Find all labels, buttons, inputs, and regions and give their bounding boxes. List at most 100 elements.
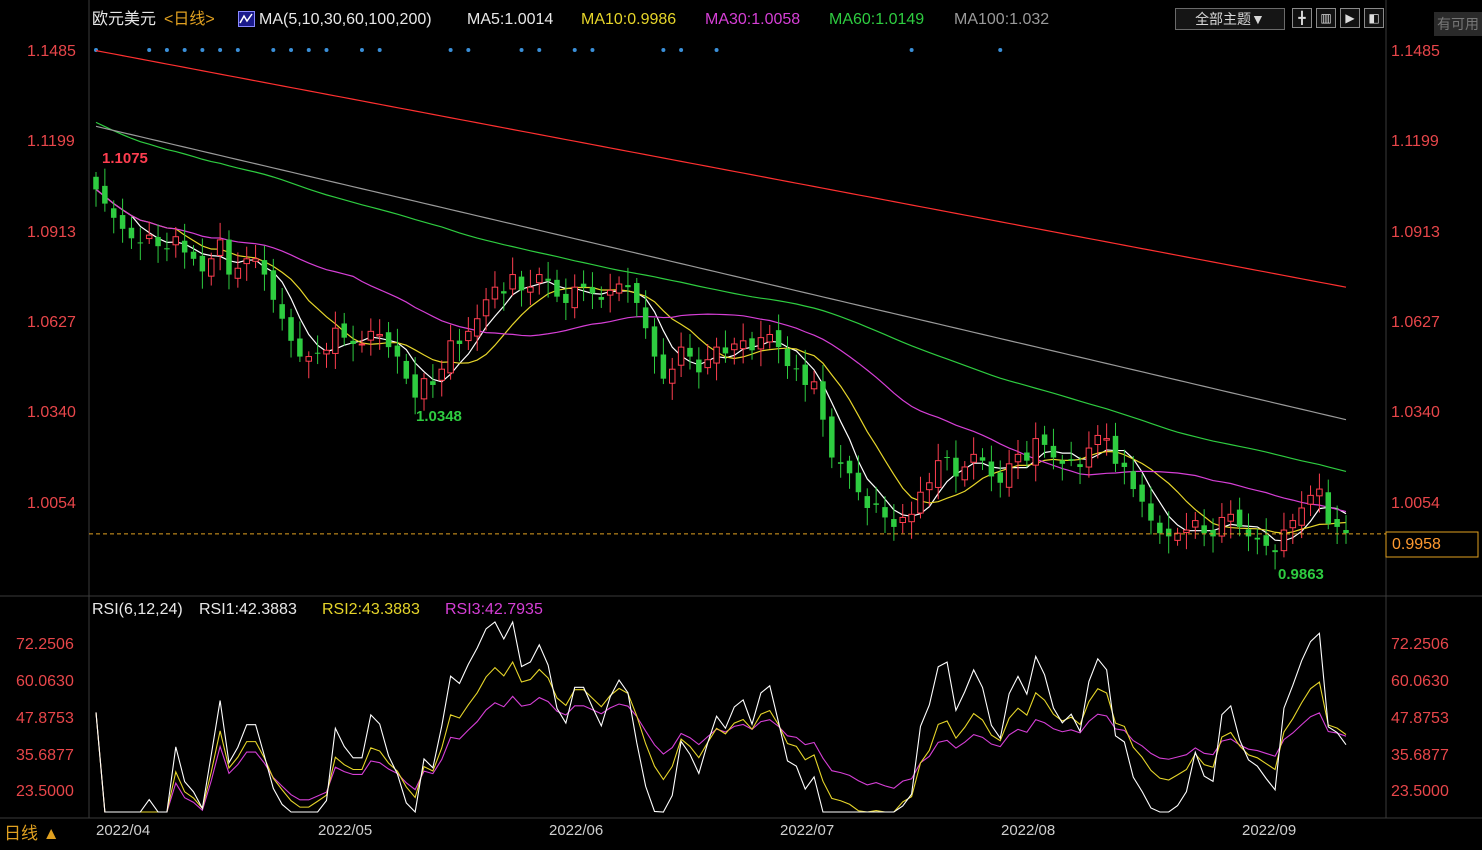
candle[interactable] xyxy=(394,328,401,374)
candle[interactable] xyxy=(145,221,153,244)
candle[interactable] xyxy=(651,318,658,374)
candle[interactable] xyxy=(164,232,170,262)
candle[interactable] xyxy=(1272,544,1278,570)
candle[interactable] xyxy=(438,360,445,397)
candle[interactable] xyxy=(731,337,738,365)
candle[interactable] xyxy=(137,227,144,261)
candle[interactable] xyxy=(1077,456,1083,485)
crosshair-icon[interactable]: ╋ xyxy=(1292,8,1312,28)
candle[interactable] xyxy=(447,324,454,380)
candle[interactable] xyxy=(243,246,250,281)
candle[interactable] xyxy=(1085,431,1093,478)
candle[interactable] xyxy=(403,353,410,385)
candle[interactable] xyxy=(1218,503,1226,543)
candle[interactable] xyxy=(367,318,375,356)
candle[interactable] xyxy=(1298,491,1305,539)
candle[interactable] xyxy=(1157,515,1163,544)
candle[interactable] xyxy=(119,198,126,243)
candle[interactable] xyxy=(376,319,383,350)
candle[interactable] xyxy=(234,252,242,288)
candle[interactable] xyxy=(1325,479,1332,530)
candle[interactable] xyxy=(1263,518,1269,556)
candle[interactable] xyxy=(518,270,525,307)
candle[interactable] xyxy=(509,257,516,296)
candle[interactable] xyxy=(917,476,924,519)
candle[interactable] xyxy=(580,270,587,302)
candle[interactable] xyxy=(554,269,560,303)
candle[interactable] xyxy=(713,337,720,381)
candle[interactable] xyxy=(1227,500,1234,539)
period-selector[interactable]: <日线> xyxy=(164,10,215,30)
candle[interactable] xyxy=(829,408,835,469)
candle[interactable] xyxy=(1245,513,1252,552)
candle[interactable] xyxy=(979,448,986,471)
candle[interactable] xyxy=(1183,512,1190,550)
candle[interactable] xyxy=(216,222,224,271)
candle[interactable] xyxy=(970,437,977,480)
theme-dropdown[interactable]: 全部主题▼ xyxy=(1175,8,1285,30)
candle[interactable] xyxy=(677,332,685,378)
candle[interactable] xyxy=(891,504,897,541)
candle[interactable] xyxy=(527,269,534,306)
candle[interactable] xyxy=(412,357,418,415)
candle[interactable] xyxy=(988,445,995,492)
candle[interactable] xyxy=(305,351,313,379)
candle[interactable] xyxy=(93,172,99,207)
candle[interactable] xyxy=(314,335,321,365)
ma-indicator-label[interactable]: MA(5,10,30,60,100,200) xyxy=(259,10,432,30)
indicator-chart-icon[interactable] xyxy=(238,11,255,27)
candle[interactable] xyxy=(385,322,392,358)
candle[interactable] xyxy=(1254,528,1261,555)
candle[interactable] xyxy=(297,321,303,363)
candle[interactable] xyxy=(501,282,507,311)
zoom-in-icon[interactable]: ▶ xyxy=(1340,8,1360,28)
candle[interactable] xyxy=(1139,474,1145,518)
candle[interactable] xyxy=(704,343,711,375)
candle[interactable] xyxy=(606,273,614,313)
candle[interactable] xyxy=(810,370,818,395)
candle[interactable] xyxy=(128,216,135,249)
candle[interactable] xyxy=(288,308,294,358)
candle[interactable] xyxy=(1024,440,1030,468)
candle[interactable] xyxy=(615,276,623,302)
candlestick-chart[interactable] xyxy=(0,0,1482,850)
candle[interactable] xyxy=(430,364,436,398)
candle[interactable] xyxy=(102,168,108,212)
candle[interactable] xyxy=(420,373,428,411)
candle[interactable] xyxy=(1121,449,1128,485)
candle[interactable] xyxy=(757,320,765,367)
candle[interactable] xyxy=(784,336,791,379)
candle[interactable] xyxy=(1307,485,1314,517)
candle[interactable] xyxy=(491,271,499,309)
fullscreen-icon[interactable]: ◧ xyxy=(1364,8,1384,28)
candle[interactable] xyxy=(1041,425,1048,458)
candle[interactable] xyxy=(1112,422,1119,472)
candle[interactable] xyxy=(465,317,472,350)
candle[interactable] xyxy=(1316,473,1323,513)
candle[interactable] xyxy=(341,312,347,346)
candle[interactable] xyxy=(926,472,933,507)
candle[interactable] xyxy=(820,364,826,437)
candle[interactable] xyxy=(563,278,569,321)
candle[interactable] xyxy=(536,267,543,295)
candle[interactable] xyxy=(1289,513,1297,544)
candle[interactable] xyxy=(953,440,959,493)
candle[interactable] xyxy=(589,272,596,310)
candle[interactable] xyxy=(749,331,755,360)
candle[interactable] xyxy=(571,274,578,319)
candle[interactable] xyxy=(1014,439,1022,480)
candle[interactable] xyxy=(279,287,285,331)
candle[interactable] xyxy=(944,450,950,471)
candle[interactable] xyxy=(1343,515,1349,544)
candle[interactable] xyxy=(634,277,640,317)
symbol-name[interactable]: 欧元美元 xyxy=(92,10,156,30)
candle[interactable] xyxy=(625,267,631,303)
candle[interactable] xyxy=(1174,527,1181,546)
candle[interactable] xyxy=(855,455,862,501)
candle[interactable] xyxy=(261,245,268,291)
candle[interactable] xyxy=(696,347,702,389)
candle[interactable] xyxy=(172,226,180,258)
layout-grid-icon[interactable]: ▥ xyxy=(1316,8,1336,28)
candle[interactable] xyxy=(793,354,800,382)
period-footer-label[interactable]: 日线 ▲ xyxy=(4,824,60,844)
